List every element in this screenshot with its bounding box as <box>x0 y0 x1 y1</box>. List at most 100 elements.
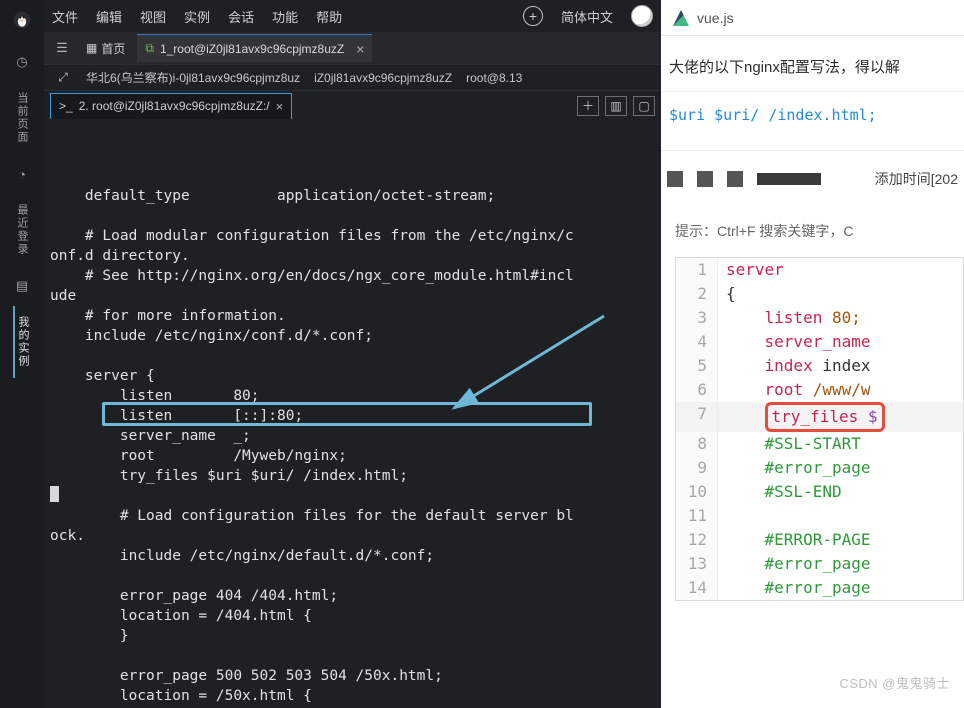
editor-row: 3 listen 80; <box>676 306 963 330</box>
search-hint: 提示：Ctrl+F 搜索关键字，C <box>661 207 964 251</box>
terminal-line: server_name _; <box>50 426 661 446</box>
sidebar-tab-recent-login[interactable]: 最近登录 <box>14 194 30 266</box>
breadcrumb-bar: ⤢ 华北6(乌兰察布)i-0jl81avx9c96cpjmz8uz iZ0jl8… <box>44 64 661 90</box>
terminal-line: # for more information. <box>50 306 661 326</box>
terminal-split-icon[interactable]: ▥ <box>605 96 627 116</box>
editor-line: server_name <box>718 330 963 354</box>
terminal-line: server { <box>50 366 661 386</box>
line-number: 12 <box>676 528 718 552</box>
sidebar-icon-2[interactable]: ◔ <box>8 160 36 188</box>
line-number: 10 <box>676 480 718 504</box>
editor-line: server <box>718 258 963 282</box>
right-code-editor[interactable]: 1server2{3 listen 80;4 server_name5 inde… <box>675 257 964 601</box>
menu-help[interactable]: 帮助 <box>316 7 342 26</box>
terminal-add-icon[interactable]: ＋ <box>577 96 599 116</box>
line-number: 6 <box>676 378 718 402</box>
line-number: 2 <box>676 282 718 306</box>
editor-line: index index <box>718 354 963 378</box>
line-number: 8 <box>676 432 718 456</box>
toolbar: ☰ ▦ 首页 ⧉ 1_root@iZ0jl81avx9c96cpjmz8uzZ … <box>44 32 661 64</box>
vue-logo-icon <box>673 10 689 26</box>
editor-line: #ERROR-PAGE <box>718 528 963 552</box>
editor-line: { <box>718 282 963 306</box>
terminal-max-icon[interactable]: ▢ <box>633 96 655 116</box>
line-number: 9 <box>676 456 718 480</box>
terminal-line <box>50 486 661 506</box>
menu-file[interactable]: 文件 <box>52 7 78 26</box>
menu-session[interactable]: 会话 <box>228 7 254 26</box>
terminal-line: ock. <box>50 526 661 546</box>
terminal-line: error_page 404 /404.html; <box>50 586 661 606</box>
ide-main-area: 文件 编辑 视图 实例 会话 功能 帮助 + 简体中文 ☰ ▦ 首页 ⧉ 1_r… <box>44 0 661 708</box>
terminal-line: ude <box>50 286 661 306</box>
breadcrumb-region[interactable]: 华北6(乌兰察布)i-0jl81avx9c96cpjmz8uz <box>86 69 300 86</box>
terminal-line <box>50 646 661 666</box>
terminal-line: onf.d directory. <box>50 246 661 266</box>
app-logo-penguin-icon <box>12 10 32 30</box>
thumbnail-strip: 添加时间[202 <box>661 151 964 207</box>
editor-row: 8 #SSL-START <box>676 432 963 456</box>
editor-row: 7 try_files $ <box>676 402 963 432</box>
editor-row: 12 #ERROR-PAGE <box>676 528 963 552</box>
editor-row: 13 #error_page <box>676 552 963 576</box>
language-switch[interactable]: 简体中文 <box>561 7 613 26</box>
sidebar-icon-3[interactable]: ▤ <box>8 272 36 300</box>
editor-row: 10 #SSL-END <box>676 480 963 504</box>
editor-line: #SSL-START <box>718 432 963 456</box>
editor-row: 14 #error_page <box>676 576 963 600</box>
terminal-line: default_type application/octet-stream; <box>50 186 661 206</box>
browser-tab[interactable]: vue.js <box>661 0 964 36</box>
close-icon[interactable]: × <box>276 99 284 114</box>
thumb-icon <box>727 171 743 187</box>
terminal-line: location = /50x.html { <box>50 686 661 706</box>
session-tab[interactable]: ⧉ 1_root@iZ0jl81avx9c96cpjmz8uzZ × <box>137 34 372 62</box>
terminal-content[interactable]: default_type application/octet-stream; #… <box>44 120 661 708</box>
menu-edit[interactable]: 编辑 <box>96 7 122 26</box>
editor-line: #SSL-END <box>718 480 963 504</box>
breadcrumb-host[interactable]: iZ0jl81avx9c96cpjmz8uzZ <box>314 71 452 85</box>
toolbar-menu-icon[interactable]: ☰ <box>50 36 74 60</box>
browser-tab-title: vue.js <box>697 10 734 26</box>
sidebar-icon-1[interactable]: ◷ <box>8 48 36 76</box>
terminal-line: root /Myweb/nginx; <box>50 446 661 466</box>
home-label: 首页 <box>101 40 125 57</box>
menu-function[interactable]: 功能 <box>272 7 298 26</box>
editor-row: 4 server_name <box>676 330 963 354</box>
line-number: 11 <box>676 504 718 528</box>
menu-view[interactable]: 视图 <box>140 7 166 26</box>
menu-instance[interactable]: 实例 <box>184 7 210 26</box>
menu-bar: 文件 编辑 视图 实例 会话 功能 帮助 + 简体中文 <box>44 0 661 32</box>
terminal-tab-active[interactable]: >_ 2. root@iZ0jl81avx9c96cpjmz8uzZ:/ × <box>50 93 292 119</box>
line-number: 5 <box>676 354 718 378</box>
editor-row: 6 root /www/w <box>676 378 963 402</box>
editor-line: #error_page <box>718 552 963 576</box>
expand-icon[interactable]: ⤢ <box>54 70 72 85</box>
timestamp-label: 添加时间[202 <box>875 169 958 189</box>
terminal-line: error_page 500 502 503 504 /50x.html; <box>50 666 661 686</box>
terminal-line: include /etc/nginx/conf.d/*.conf; <box>50 326 661 346</box>
sidebar-tab-current-page[interactable]: 当前页面 <box>14 82 30 154</box>
avatar[interactable] <box>631 5 653 27</box>
new-tab-plus-icon[interactable]: + <box>523 6 543 26</box>
editor-row: 11 <box>676 504 963 528</box>
line-number: 3 <box>676 306 718 330</box>
terminal-line: listen 80; <box>50 386 661 406</box>
editor-line: root /www/w <box>718 378 963 402</box>
terminal-line: try_files $uri $uri/ /index.html; <box>50 466 661 486</box>
terminal-line: include /etc/nginx/default.d/*.conf; <box>50 546 661 566</box>
terminal-line: listen [::]:80; <box>50 406 661 426</box>
line-number: 13 <box>676 552 718 576</box>
line-number: 7 <box>676 402 718 432</box>
terminal-tab-label: 2. root@iZ0jl81avx9c96cpjmz8uzZ:/ <box>79 99 270 113</box>
sidebar-tab-my-instances[interactable]: 我的实例 <box>13 306 31 378</box>
session-tab-icon: ⧉ <box>145 41 154 56</box>
terminal-line <box>50 346 661 366</box>
home-button[interactable]: ▦ 首页 <box>80 36 131 60</box>
close-icon[interactable]: × <box>356 41 364 57</box>
thumb-icon <box>697 171 713 187</box>
terminal-tab-tools: ＋ ▥ ▢ <box>577 96 655 116</box>
editor-line: #error_page <box>718 456 963 480</box>
breadcrumb-user[interactable]: root@8.13 <box>466 71 522 85</box>
terminal-line: # Load modular configuration files from … <box>50 226 661 246</box>
inline-code-snippet: $uri $uri/ /index.html; <box>661 92 964 151</box>
